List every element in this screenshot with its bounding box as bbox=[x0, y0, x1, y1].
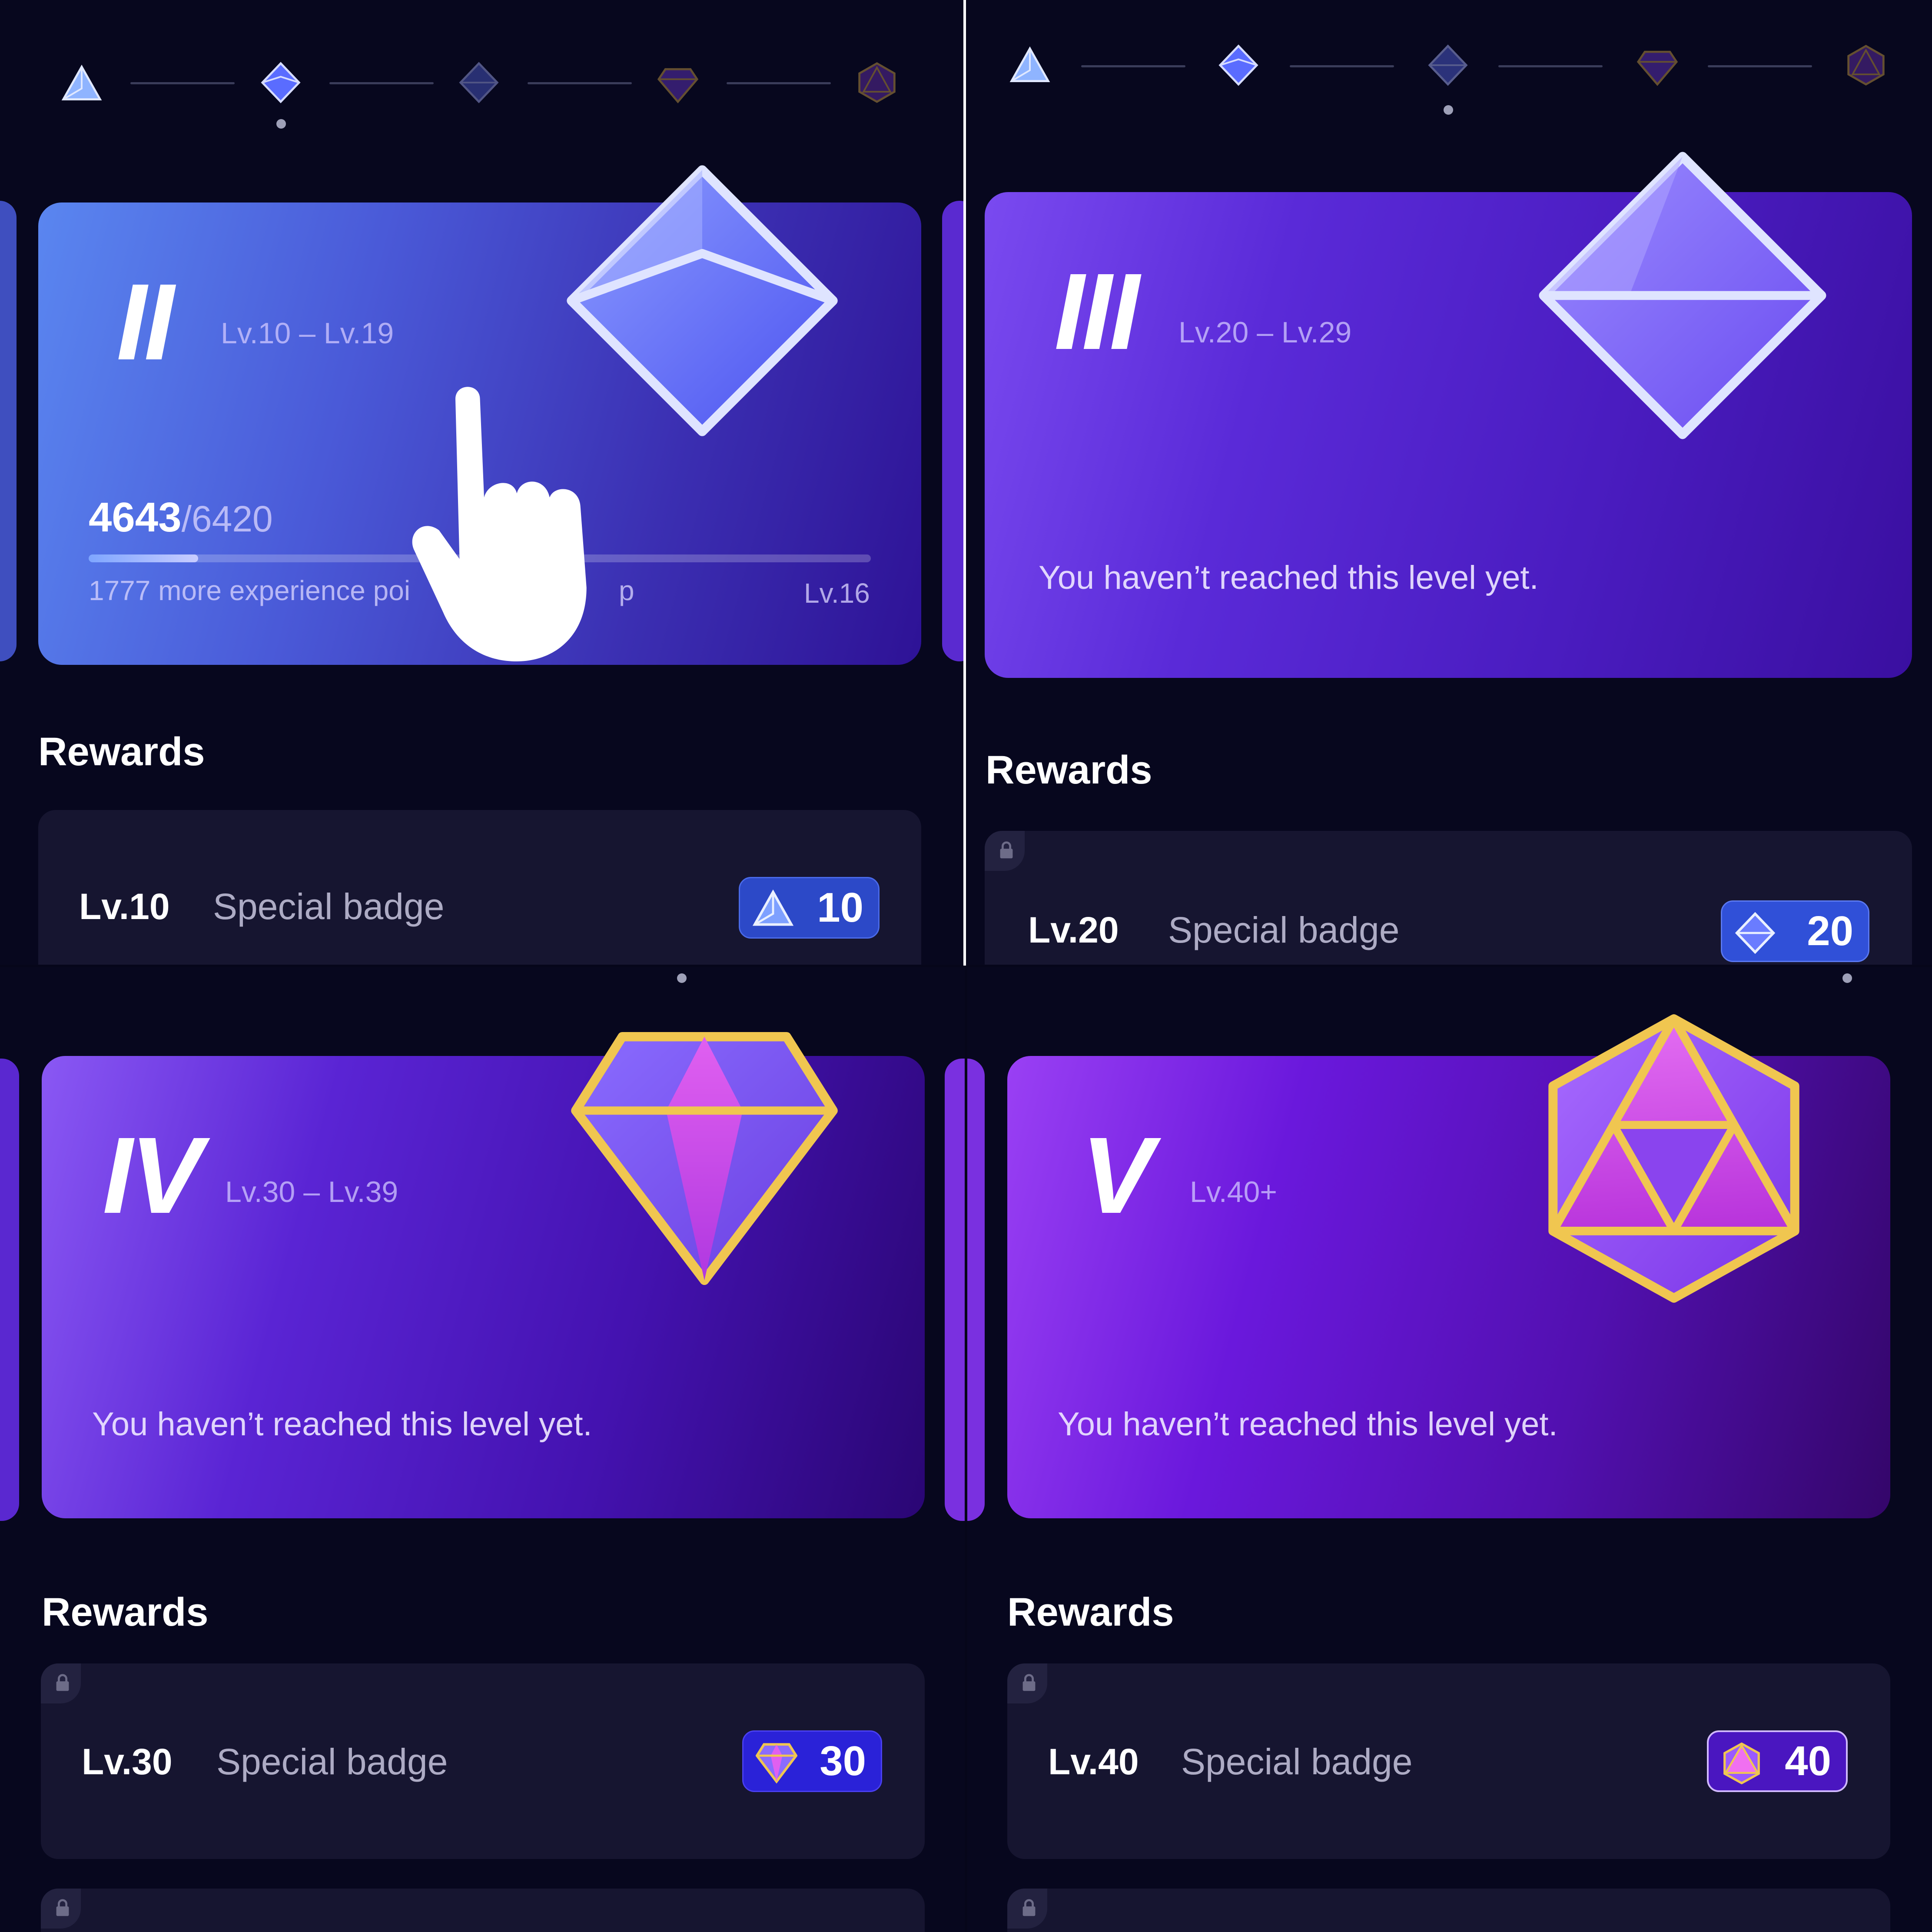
rewards-title: Rewards bbox=[38, 730, 205, 774]
tier-2-octahedron-icon[interactable] bbox=[1218, 44, 1259, 86]
previous-card-peek[interactable] bbox=[967, 1059, 985, 1521]
tier-2-octahedron-icon[interactable] bbox=[260, 62, 302, 103]
tier-3-diamond-icon[interactable] bbox=[458, 62, 500, 103]
tier-5-hexagon-icon[interactable] bbox=[1845, 44, 1887, 86]
reward-badge-chip: 10 bbox=[739, 877, 880, 939]
collage-divider-vertical bbox=[963, 0, 966, 966]
locked-message: You haven’t reached this level yet. bbox=[1039, 559, 1539, 596]
tier-4-gem-icon[interactable] bbox=[657, 62, 699, 103]
xp-readout: 4643/6420 bbox=[89, 494, 273, 541]
rewards-title: Rewards bbox=[1007, 1590, 1174, 1634]
reward-badge-value: 40 bbox=[1785, 1738, 1831, 1784]
tier-numeral: II bbox=[116, 261, 174, 382]
reward-badge-chip: 40 bbox=[1707, 1730, 1848, 1792]
current-level: Lv.16 bbox=[804, 578, 870, 609]
reward-row-next[interactable] bbox=[41, 1889, 925, 1932]
tier-3-diamond-icon bbox=[1735, 912, 1776, 954]
xp-hint-tail: p bbox=[619, 575, 634, 606]
reward-level: Lv.10 bbox=[79, 886, 170, 927]
tier-5-hexagon-icon bbox=[1548, 1014, 1799, 1303]
lock-icon bbox=[1007, 1889, 1047, 1929]
reward-badge-chip: 20 bbox=[1721, 900, 1869, 962]
reward-badge-value: 30 bbox=[820, 1738, 866, 1784]
reward-level: Lv.40 bbox=[1048, 1741, 1139, 1782]
reward-level: Lv.20 bbox=[1028, 910, 1119, 950]
tier-1-triangle-icon bbox=[752, 889, 794, 926]
xp-current: 4643 bbox=[89, 494, 182, 541]
reward-row[interactable]: Lv.40 Special badge 40 bbox=[1007, 1663, 1890, 1859]
previous-card-peek[interactable] bbox=[0, 201, 17, 661]
locked-message: You haven’t reached this level yet. bbox=[1058, 1406, 1558, 1443]
reward-label: Special badge bbox=[1181, 1741, 1413, 1782]
xp-progress-fill bbox=[89, 554, 198, 562]
tier-numeral: V bbox=[1081, 1115, 1154, 1236]
tier-numeral: III bbox=[1054, 251, 1139, 372]
tier-level-range: Lv.20 – Lv.29 bbox=[1178, 316, 1352, 349]
tier-panel-iii: III Lv.20 – Lv.29 You haven’t reached th… bbox=[967, 0, 1932, 965]
tier-panel-ii: II Lv.10 – Lv.19 4643/6420 1777 more exp… bbox=[0, 0, 965, 965]
tier-5-hexagon-icon[interactable] bbox=[856, 62, 898, 103]
previous-card-peek[interactable] bbox=[0, 1059, 19, 1521]
reward-row[interactable]: Lv.10 Special badge 10 bbox=[38, 810, 921, 965]
lock-icon bbox=[1007, 1663, 1047, 1703]
pointer-hand-icon bbox=[412, 387, 587, 661]
lock-icon bbox=[41, 1889, 81, 1929]
xp-hint: 1777 more experience poi bbox=[89, 575, 411, 606]
tier-5-hexagon-icon bbox=[1723, 1743, 1760, 1784]
selected-tier-indicator bbox=[1842, 973, 1852, 983]
lock-icon bbox=[985, 831, 1025, 871]
lock-icon bbox=[41, 1663, 81, 1703]
tier-4-gem-icon[interactable] bbox=[1637, 44, 1678, 86]
reward-badge-value: 20 bbox=[1807, 908, 1853, 954]
next-card-peek[interactable] bbox=[945, 1059, 965, 1521]
tier-1-triangle-icon[interactable] bbox=[61, 63, 103, 105]
reward-label: Special badge bbox=[1168, 910, 1400, 950]
tier-panel-v: V Lv.40+ You haven’t reached this level … bbox=[967, 967, 1932, 1932]
tier-numeral: IV bbox=[103, 1115, 202, 1236]
tier-4-gem-icon bbox=[756, 1743, 797, 1784]
tier-level-range: Lv.10 – Lv.19 bbox=[221, 317, 394, 350]
tier-3-diamond-icon bbox=[1539, 152, 1826, 439]
reward-row-next[interactable] bbox=[1007, 1889, 1890, 1932]
tier-level-range: Lv.30 – Lv.39 bbox=[225, 1175, 398, 1208]
tier-3-diamond-icon[interactable] bbox=[1427, 44, 1469, 86]
reward-row[interactable]: Lv.20 Special badge 20 bbox=[985, 831, 1912, 965]
selected-tier-indicator bbox=[276, 119, 286, 129]
reward-level: Lv.30 bbox=[82, 1741, 173, 1782]
reward-label: Special badge bbox=[213, 886, 445, 927]
tier-1-triangle-icon[interactable] bbox=[1009, 45, 1051, 87]
reward-badge-chip: 30 bbox=[742, 1730, 882, 1792]
tier-4-gem-icon bbox=[571, 1032, 838, 1285]
reward-badge-value: 10 bbox=[817, 884, 863, 931]
selected-tier-indicator bbox=[1444, 105, 1453, 115]
xp-total: /6420 bbox=[181, 498, 273, 539]
rewards-title: Rewards bbox=[42, 1590, 209, 1634]
selected-tier-indicator bbox=[677, 973, 687, 983]
reward-label: Special badge bbox=[216, 1741, 448, 1782]
tier-panel-iv: IV Lv.30 – Lv.39 You haven’t reached thi… bbox=[0, 967, 965, 1932]
reward-row[interactable]: Lv.30 Special badge 30 bbox=[41, 1663, 925, 1859]
locked-message: You haven’t reached this level yet. bbox=[92, 1406, 592, 1443]
tier-level-range: Lv.40+ bbox=[1190, 1175, 1278, 1208]
rewards-title: Rewards bbox=[986, 748, 1152, 792]
next-card-peek[interactable] bbox=[942, 201, 965, 661]
